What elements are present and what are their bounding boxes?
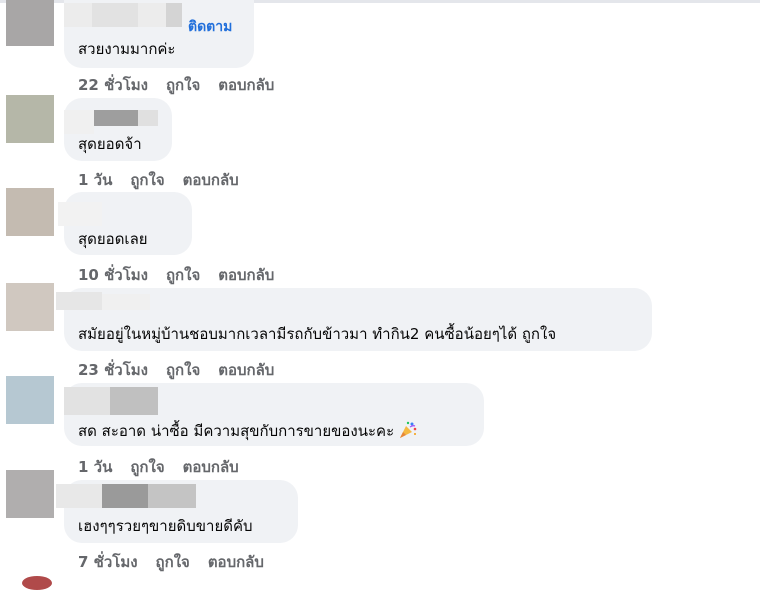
comment-bubble: สด สะอาด น่าซื้อ มีความสุขกับการขายของนะ… [64, 383, 484, 446]
comment-bubble: สมัยอยู่ในหมู่บ้านชอบมากเวลามีรถกับข้าวม… [56, 288, 652, 351]
comment-time[interactable]: 7 ชั่วโมง [78, 553, 138, 571]
comment-time[interactable]: 1 วัน [78, 458, 112, 476]
like-button[interactable]: ถูกใจ [156, 553, 190, 571]
like-button[interactable]: ถูกใจ [166, 266, 200, 284]
avatar[interactable] [6, 376, 54, 424]
comment-text: เฮงๆๆรวยๆขายดิบขายดีคับ [78, 517, 253, 535]
comment-actions: 7 ชั่วโมง ถูกใจ ตอบกลับ [78, 550, 282, 574]
like-button[interactable]: ถูกใจ [166, 361, 200, 379]
comment-bubble: ติดตาม สวยงามมากค่ะ [64, 0, 254, 68]
avatar[interactable] [6, 470, 54, 518]
like-button[interactable]: ถูกใจ [130, 171, 164, 189]
comment-time[interactable]: 23 ชั่วโมง [78, 361, 148, 379]
comment-actions: 23 ชั่วโมง ถูกใจ ตอบกลับ [78, 358, 292, 382]
comment-bubble: สุดยอดเลย [58, 192, 192, 255]
reply-button[interactable]: ตอบกลับ [183, 171, 239, 189]
comment-time[interactable]: 22 ชั่วโมง [78, 76, 148, 94]
comment-text: สด สะอาด น่าซื้อ มีความสุขกับการขายของนะ… [78, 419, 418, 443]
avatar[interactable] [6, 283, 54, 331]
comment-time[interactable]: 1 วัน [78, 171, 112, 189]
avatar[interactable] [6, 188, 54, 236]
reply-button[interactable]: ตอบกลับ [218, 76, 274, 94]
reply-button[interactable]: ตอบกลับ [183, 458, 239, 476]
avatar[interactable] [6, 95, 54, 143]
comment-text: สวยงามมากค่ะ [78, 40, 176, 58]
like-button[interactable]: ถูกใจ [166, 76, 200, 94]
comment-actions: 10 ชั่วโมง ถูกใจ ตอบกลับ [78, 263, 292, 287]
party-popper-icon [400, 421, 417, 438]
avatar[interactable] [22, 576, 52, 590]
comment-bubble: สุดยอดจ้า [64, 98, 172, 161]
reply-button[interactable]: ตอบกลับ [208, 553, 264, 571]
comment-text: สุดยอดเลย [78, 230, 148, 248]
avatar[interactable] [6, 0, 54, 46]
comment-actions: 1 วัน ถูกใจ ตอบกลับ [78, 455, 257, 479]
comment-time[interactable]: 10 ชั่วโมง [78, 266, 148, 284]
comment-actions: 1 วัน ถูกใจ ตอบกลับ [78, 168, 257, 192]
comment-text: สมัยอยู่ในหมู่บ้านชอบมากเวลามีรถกับข้าวม… [78, 325, 557, 343]
like-button[interactable]: ถูกใจ [130, 458, 164, 476]
follow-link[interactable]: ติดตาม [188, 16, 232, 38]
comment-text: สุดยอดจ้า [78, 135, 142, 153]
reply-button[interactable]: ตอบกลับ [218, 361, 274, 379]
comment-actions: 22 ชั่วโมง ถูกใจ ตอบกลับ [78, 73, 292, 97]
comment-bubble: เฮงๆๆรวยๆขายดิบขายดีคับ [56, 480, 298, 543]
reply-button[interactable]: ตอบกลับ [218, 266, 274, 284]
